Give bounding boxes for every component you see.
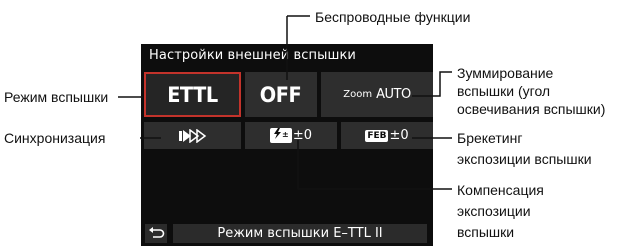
label-feb-line1: Брекетинг [457, 130, 523, 146]
comp-leader [297, 140, 452, 190]
zoom-leader [412, 71, 452, 97]
label-zoom-line1: Зуммирование [457, 65, 554, 81]
label-comp: Компенсация экспозиции вспышки [457, 181, 544, 241]
wireless-leader [286, 15, 310, 80]
label-zoom-line2: вспышки (угол [457, 83, 551, 99]
label-sync: Синхронизация [4, 130, 106, 146]
label-comp-line1: Компенсация [457, 182, 544, 198]
label-feb: Брекетинг экспозиции вспышки [457, 129, 592, 168]
label-zoom: Зуммирование вспышки (угол освечивания в… [457, 64, 605, 118]
label-zoom-line3: освечивания вспышки) [457, 101, 606, 117]
label-flash-mode: Режим вспышки [4, 89, 109, 105]
label-comp-line3: вспышки [457, 224, 515, 240]
label-comp-line2: экспозиции [457, 203, 531, 219]
label-feb-line2: экспозиции вспышки [457, 151, 592, 167]
label-wireless: Беспроводные функции [315, 9, 471, 25]
